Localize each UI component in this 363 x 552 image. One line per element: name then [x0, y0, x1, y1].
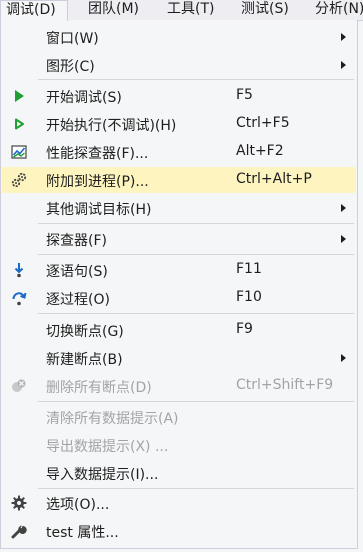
- menu-item-label: 开始调试(S): [46, 90, 122, 106]
- menu-item-other-debug-targets[interactable]: 其他调试目标(H): [2, 195, 356, 221]
- step-over-icon: [12, 292, 27, 306]
- menu-debug[interactable]: 调试(D): [0, 0, 68, 21]
- menu-item-shortcut: Ctrl+Alt+P: [236, 171, 312, 187]
- menu-item-label: test 属性...: [46, 525, 119, 541]
- menu-item-label: 选项(O)...: [46, 497, 110, 513]
- menu-item-step-over[interactable]: 逐过程(O) F10: [2, 285, 356, 311]
- performance-icon: [11, 145, 27, 159]
- menu-item-project-properties[interactable]: test 属性...: [2, 518, 356, 544]
- menu-item-performance-profiler[interactable]: 性能探查器(F)... Alt+F2: [2, 139, 356, 165]
- submenu-arrow-icon: [341, 204, 346, 212]
- attach-process-icon: [11, 172, 27, 188]
- delete-breakpoints-icon: [12, 379, 26, 392]
- submenu-arrow-icon: [341, 61, 346, 69]
- step-into-icon: [14, 263, 24, 278]
- menu-team-label: 团队(M): [88, 1, 140, 17]
- menu-item-label: 新建断点(B): [46, 352, 123, 368]
- menu-item-attach-to-process[interactable]: 附加到进程(P)... Ctrl+Alt+P: [2, 167, 356, 193]
- menu-item-shortcut: Ctrl+F5: [236, 115, 290, 131]
- menu-item-label: 其他调试目标(H): [46, 202, 152, 218]
- menu-item-label: 导入数据提示(I)...: [46, 467, 159, 483]
- play-icon: [15, 90, 24, 102]
- menu-item-window[interactable]: 窗口(W): [2, 24, 356, 50]
- menu-item-label: 探查器(F): [46, 233, 107, 249]
- separator: [38, 254, 354, 255]
- menu-item-shortcut: F5: [236, 87, 253, 103]
- menu-item-label: 导出数据提示(X) ...: [46, 439, 169, 455]
- menu-item-start-without-debugging[interactable]: 开始执行(不调试)(H) Ctrl+F5: [2, 111, 356, 137]
- menu-tools-label: 工具(T): [167, 1, 215, 17]
- menu-item-export-datatips: 导出数据提示(X) ...: [2, 432, 356, 458]
- menu-item-options[interactable]: 选项(O)...: [2, 490, 356, 516]
- menu-item-shortcut: Alt+F2: [236, 143, 284, 159]
- menu-item-profiler[interactable]: 探查器(F): [2, 226, 356, 252]
- submenu-arrow-icon: [341, 235, 346, 243]
- menu-item-label: 逐过程(O): [46, 292, 110, 308]
- menu-tools[interactable]: 工具(T): [167, 0, 214, 20]
- menu-item-shortcut: F11: [236, 261, 262, 277]
- menu-item-label: 逐语句(S): [46, 264, 108, 280]
- separator: [38, 79, 354, 80]
- menu-item-new-breakpoint[interactable]: 新建断点(B): [2, 345, 356, 371]
- menu-item-label: 清除所有数据提示(A): [46, 411, 179, 427]
- separator: [38, 401, 354, 402]
- menu-item-label: 开始执行(不调试)(H): [46, 118, 177, 134]
- menu-item-shortcut: F9: [236, 321, 253, 337]
- play-outline-icon: [15, 118, 24, 130]
- menu-test-label: 测试(S): [241, 1, 289, 17]
- debug-dropdown-menu: 窗口(W) 图形(C) 开始调试(S) F5 开始执行(不调试)(H) Ctrl…: [0, 20, 358, 549]
- menu-item-graphics[interactable]: 图形(C): [2, 52, 356, 78]
- menu-item-label: 切换断点(G): [46, 324, 124, 340]
- menu-item-start-debugging[interactable]: 开始调试(S) F5: [2, 83, 356, 109]
- menu-item-delete-all-breakpoints: 删除所有断点(D) Ctrl+Shift+F9: [2, 373, 356, 399]
- submenu-arrow-icon: [341, 354, 346, 362]
- menu-item-shortcut: F10: [236, 289, 262, 305]
- menu-item-label: 窗口(W): [46, 31, 99, 47]
- menu-item-shortcut: Ctrl+Shift+F9: [236, 377, 334, 393]
- menu-item-label: 附加到进程(P)...: [46, 174, 149, 190]
- menu-item-label: 删除所有断点(D): [46, 380, 152, 396]
- menu-team[interactable]: 团队(M): [88, 0, 139, 20]
- menu-item-label: 性能探查器(F)...: [46, 146, 149, 162]
- menu-analyze-label: 分析(N): [315, 1, 363, 17]
- menu-item-import-datatips[interactable]: 导入数据提示(I)...: [2, 460, 356, 486]
- wrench-icon: [11, 525, 27, 539]
- menu-item-clear-all-datatips: 清除所有数据提示(A): [2, 404, 356, 430]
- menu-test[interactable]: 测试(S): [241, 0, 289, 20]
- menu-item-toggle-breakpoint[interactable]: 切换断点(G) F9: [2, 317, 356, 343]
- menu-item-label: 图形(C): [46, 59, 95, 75]
- menu-bar: 调试(D) 团队(M) 工具(T) 测试(S) 分析(N): [0, 0, 363, 21]
- menu-debug-label: 调试(D): [6, 2, 56, 18]
- separator: [38, 223, 354, 224]
- separator: [38, 488, 354, 489]
- menu-item-step-into[interactable]: 逐语句(S) F11: [2, 257, 356, 283]
- menu-analyze[interactable]: 分析(N): [315, 0, 363, 20]
- separator: [38, 313, 354, 314]
- gear-icon: [11, 495, 27, 511]
- submenu-arrow-icon: [341, 33, 346, 41]
